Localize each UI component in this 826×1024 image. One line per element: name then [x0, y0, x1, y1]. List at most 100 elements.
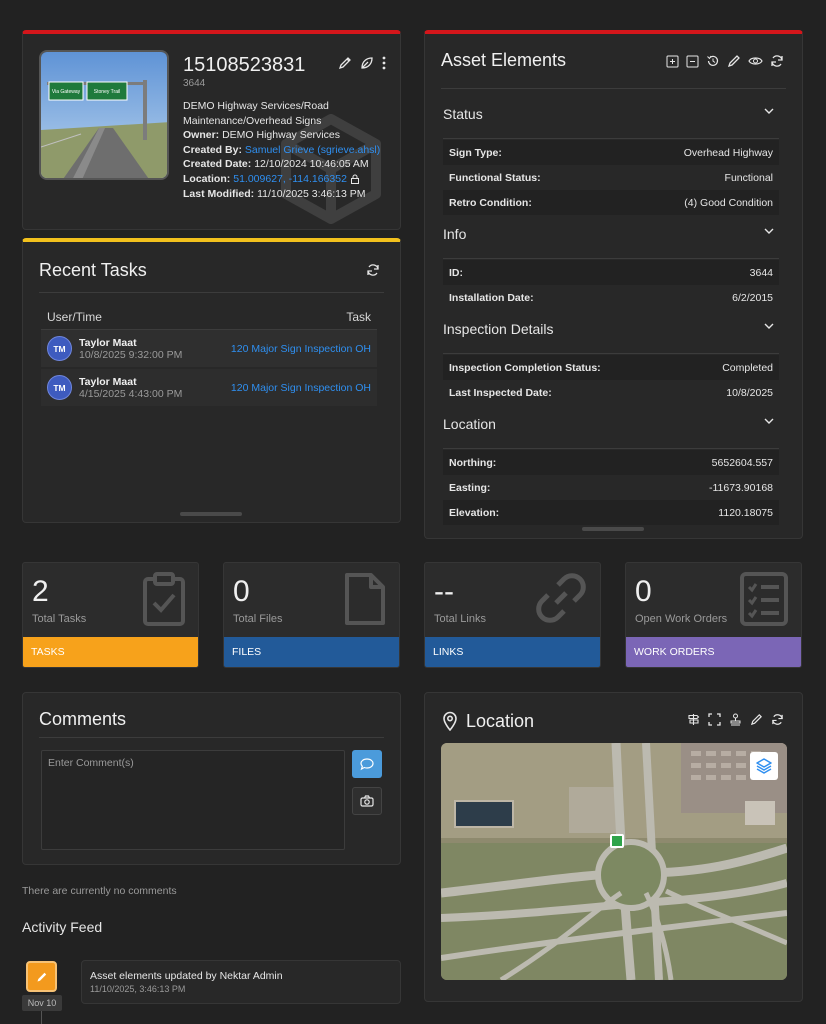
- location-toolbar: [687, 713, 784, 726]
- work-orders-bar[interactable]: WORK ORDERS: [626, 637, 801, 667]
- task-link[interactable]: 120 Major Sign Inspection OH: [231, 382, 371, 394]
- chevron-down-icon[interactable]: [764, 228, 774, 235]
- signpost-icon[interactable]: [687, 713, 700, 726]
- attach-photo-button[interactable]: [352, 787, 382, 815]
- refresh-icon[interactable]: [770, 54, 784, 68]
- comments-title: Comments: [39, 709, 127, 729]
- divider: [39, 737, 384, 738]
- tasks-label: Total Tasks: [32, 613, 87, 625]
- chevron-down-icon[interactable]: [764, 323, 774, 330]
- recent-tasks-title: Recent Tasks: [39, 260, 147, 280]
- section-location[interactable]: Location: [443, 416, 496, 432]
- table-row[interactable]: TM Taylor Maat 10/8/2025 9:32:00 PM 120 …: [41, 330, 377, 367]
- location-title: Location: [466, 711, 535, 731]
- asset-id: 15108523831: [183, 54, 306, 76]
- asset-last-modified-line: Last Modified: 11/10/2025 3:46:13 PM: [183, 187, 366, 200]
- created-by-link[interactable]: Samuel Grieve (sgrieve.ahsl): [245, 144, 380, 156]
- links-label: Total Links: [434, 613, 486, 625]
- task-time: 4/15/2025 4:43:00 PM: [79, 387, 183, 400]
- table-row[interactable]: TM Taylor Maat 4/15/2025 4:43:00 PM 120 …: [41, 369, 377, 406]
- work-orders-tile[interactable]: 0 Open Work Orders WORK ORDERS: [625, 562, 802, 668]
- chevron-down-icon[interactable]: [764, 108, 774, 115]
- work-orders-count: 0: [635, 575, 652, 608]
- element-row: Installation Date: 6/2/2015: [449, 291, 773, 304]
- thumb-sign-right: Stoney Trail: [94, 89, 120, 95]
- tasks-tile[interactable]: 2 Total Tasks TASKS: [22, 562, 199, 668]
- work-orders-label: Open Work Orders: [635, 613, 728, 625]
- clipboard-check-icon: [142, 571, 186, 627]
- activity-date-badge: Nov 10: [22, 995, 62, 1011]
- element-row: ID: 3644: [443, 260, 779, 285]
- history-icon[interactable]: [706, 54, 720, 68]
- map-layers-button[interactable]: [750, 752, 778, 780]
- leaf-icon[interactable]: [360, 56, 374, 70]
- map-pin-icon: [442, 711, 458, 731]
- asset-owner-line: Owner: DEMO Highway Services: [183, 129, 340, 142]
- file-icon: [343, 571, 387, 627]
- camera-icon: [360, 795, 374, 807]
- element-row: Inspection Completion Status: Completed: [443, 355, 779, 380]
- element-row: Sign Type: Overhead Highway: [443, 140, 779, 165]
- files-count: 0: [233, 575, 250, 608]
- divider: [441, 88, 786, 89]
- comments-card: Comments Enter Comment(s): [22, 692, 401, 865]
- column-task[interactable]: Task: [346, 310, 371, 324]
- asset-photo[interactable]: Via Gateway Stoney Trail: [39, 50, 169, 180]
- section-inspection-details[interactable]: Inspection Details: [443, 321, 554, 337]
- eye-icon[interactable]: [748, 54, 763, 68]
- send-comment-button[interactable]: [352, 750, 382, 778]
- more-vertical-icon[interactable]: [382, 56, 386, 70]
- activity-feed-title: Activity Feed: [22, 919, 103, 935]
- element-row: Last Inspected Date: 10/8/2025: [449, 386, 773, 399]
- pencil-icon[interactable]: [338, 56, 352, 70]
- asset-details: DEMO Highway Services/Road Maintenance/O…: [183, 99, 393, 201]
- section-status[interactable]: Status: [443, 106, 483, 122]
- recent-tasks-card: Recent Tasks User/Time Task TM Taylor Ma…: [22, 238, 401, 523]
- stamp-icon[interactable]: [729, 713, 742, 726]
- files-tile[interactable]: 0 Total Files FILES: [223, 562, 400, 668]
- avatar: TM: [47, 375, 72, 400]
- divider: [443, 353, 779, 354]
- links-bar[interactable]: LINKS: [425, 637, 600, 667]
- collapse-all-icon[interactable]: [686, 54, 699, 68]
- satellite-map[interactable]: [441, 743, 787, 980]
- asset-elements-card: Asset Elements Status Sign Type: Overhead…: [424, 30, 803, 539]
- element-row: Easting: -11673.90168: [449, 481, 773, 494]
- expand-all-icon[interactable]: [666, 54, 679, 68]
- link-icon: [534, 571, 588, 625]
- tasks-bar[interactable]: TASKS: [23, 637, 198, 667]
- refresh-icon[interactable]: [366, 263, 380, 277]
- location-link[interactable]: 51.009627, -114.166352: [233, 172, 347, 187]
- pencil-icon[interactable]: [727, 54, 741, 68]
- asset-map-marker[interactable]: [610, 834, 624, 848]
- pencil-icon[interactable]: [750, 713, 763, 726]
- element-row: Functional Status: Functional: [449, 171, 773, 184]
- asset-location-line: Location: 51.009627, -114.166352: [183, 172, 393, 187]
- asset-created-by-line: Created By: Samuel Grieve (sgrieve.ahsl): [183, 143, 381, 156]
- fullscreen-icon[interactable]: [708, 713, 721, 726]
- task-user: Taylor Maat: [79, 375, 137, 388]
- lock-icon[interactable]: [350, 174, 360, 185]
- element-row: Northing: 5652604.557: [443, 450, 779, 475]
- element-row: Retro Condition: (4) Good Condition: [443, 190, 779, 215]
- pencil-icon: [36, 971, 48, 983]
- checklist-icon: [739, 571, 789, 627]
- comment-input[interactable]: Enter Comment(s): [41, 750, 345, 850]
- files-bar[interactable]: FILES: [224, 637, 399, 667]
- links-tile[interactable]: -- Total Links LINKS: [424, 562, 601, 668]
- section-info[interactable]: Info: [443, 226, 466, 242]
- refresh-icon[interactable]: [771, 713, 784, 726]
- scrollbar[interactable]: [582, 527, 644, 531]
- asset-toolbar: [338, 56, 386, 70]
- task-link[interactable]: 120 Major Sign Inspection OH: [231, 343, 371, 355]
- task-user-block: Taylor Maat 4/15/2025 4:43:00 PM: [79, 376, 182, 400]
- thumb-sign-left: Via Gateway: [52, 89, 81, 95]
- resize-handle[interactable]: [180, 512, 242, 516]
- task-user: Taylor Maat: [79, 336, 137, 349]
- asset-type-path: DEMO Highway Services/Road Maintenance/O…: [183, 100, 329, 127]
- divider: [443, 448, 779, 449]
- asset-elements-title: Asset Elements: [441, 50, 567, 70]
- column-user-time[interactable]: User/Time: [47, 310, 102, 324]
- element-row: Elevation: 1120.18075: [443, 500, 779, 525]
- chevron-down-icon[interactable]: [764, 418, 774, 425]
